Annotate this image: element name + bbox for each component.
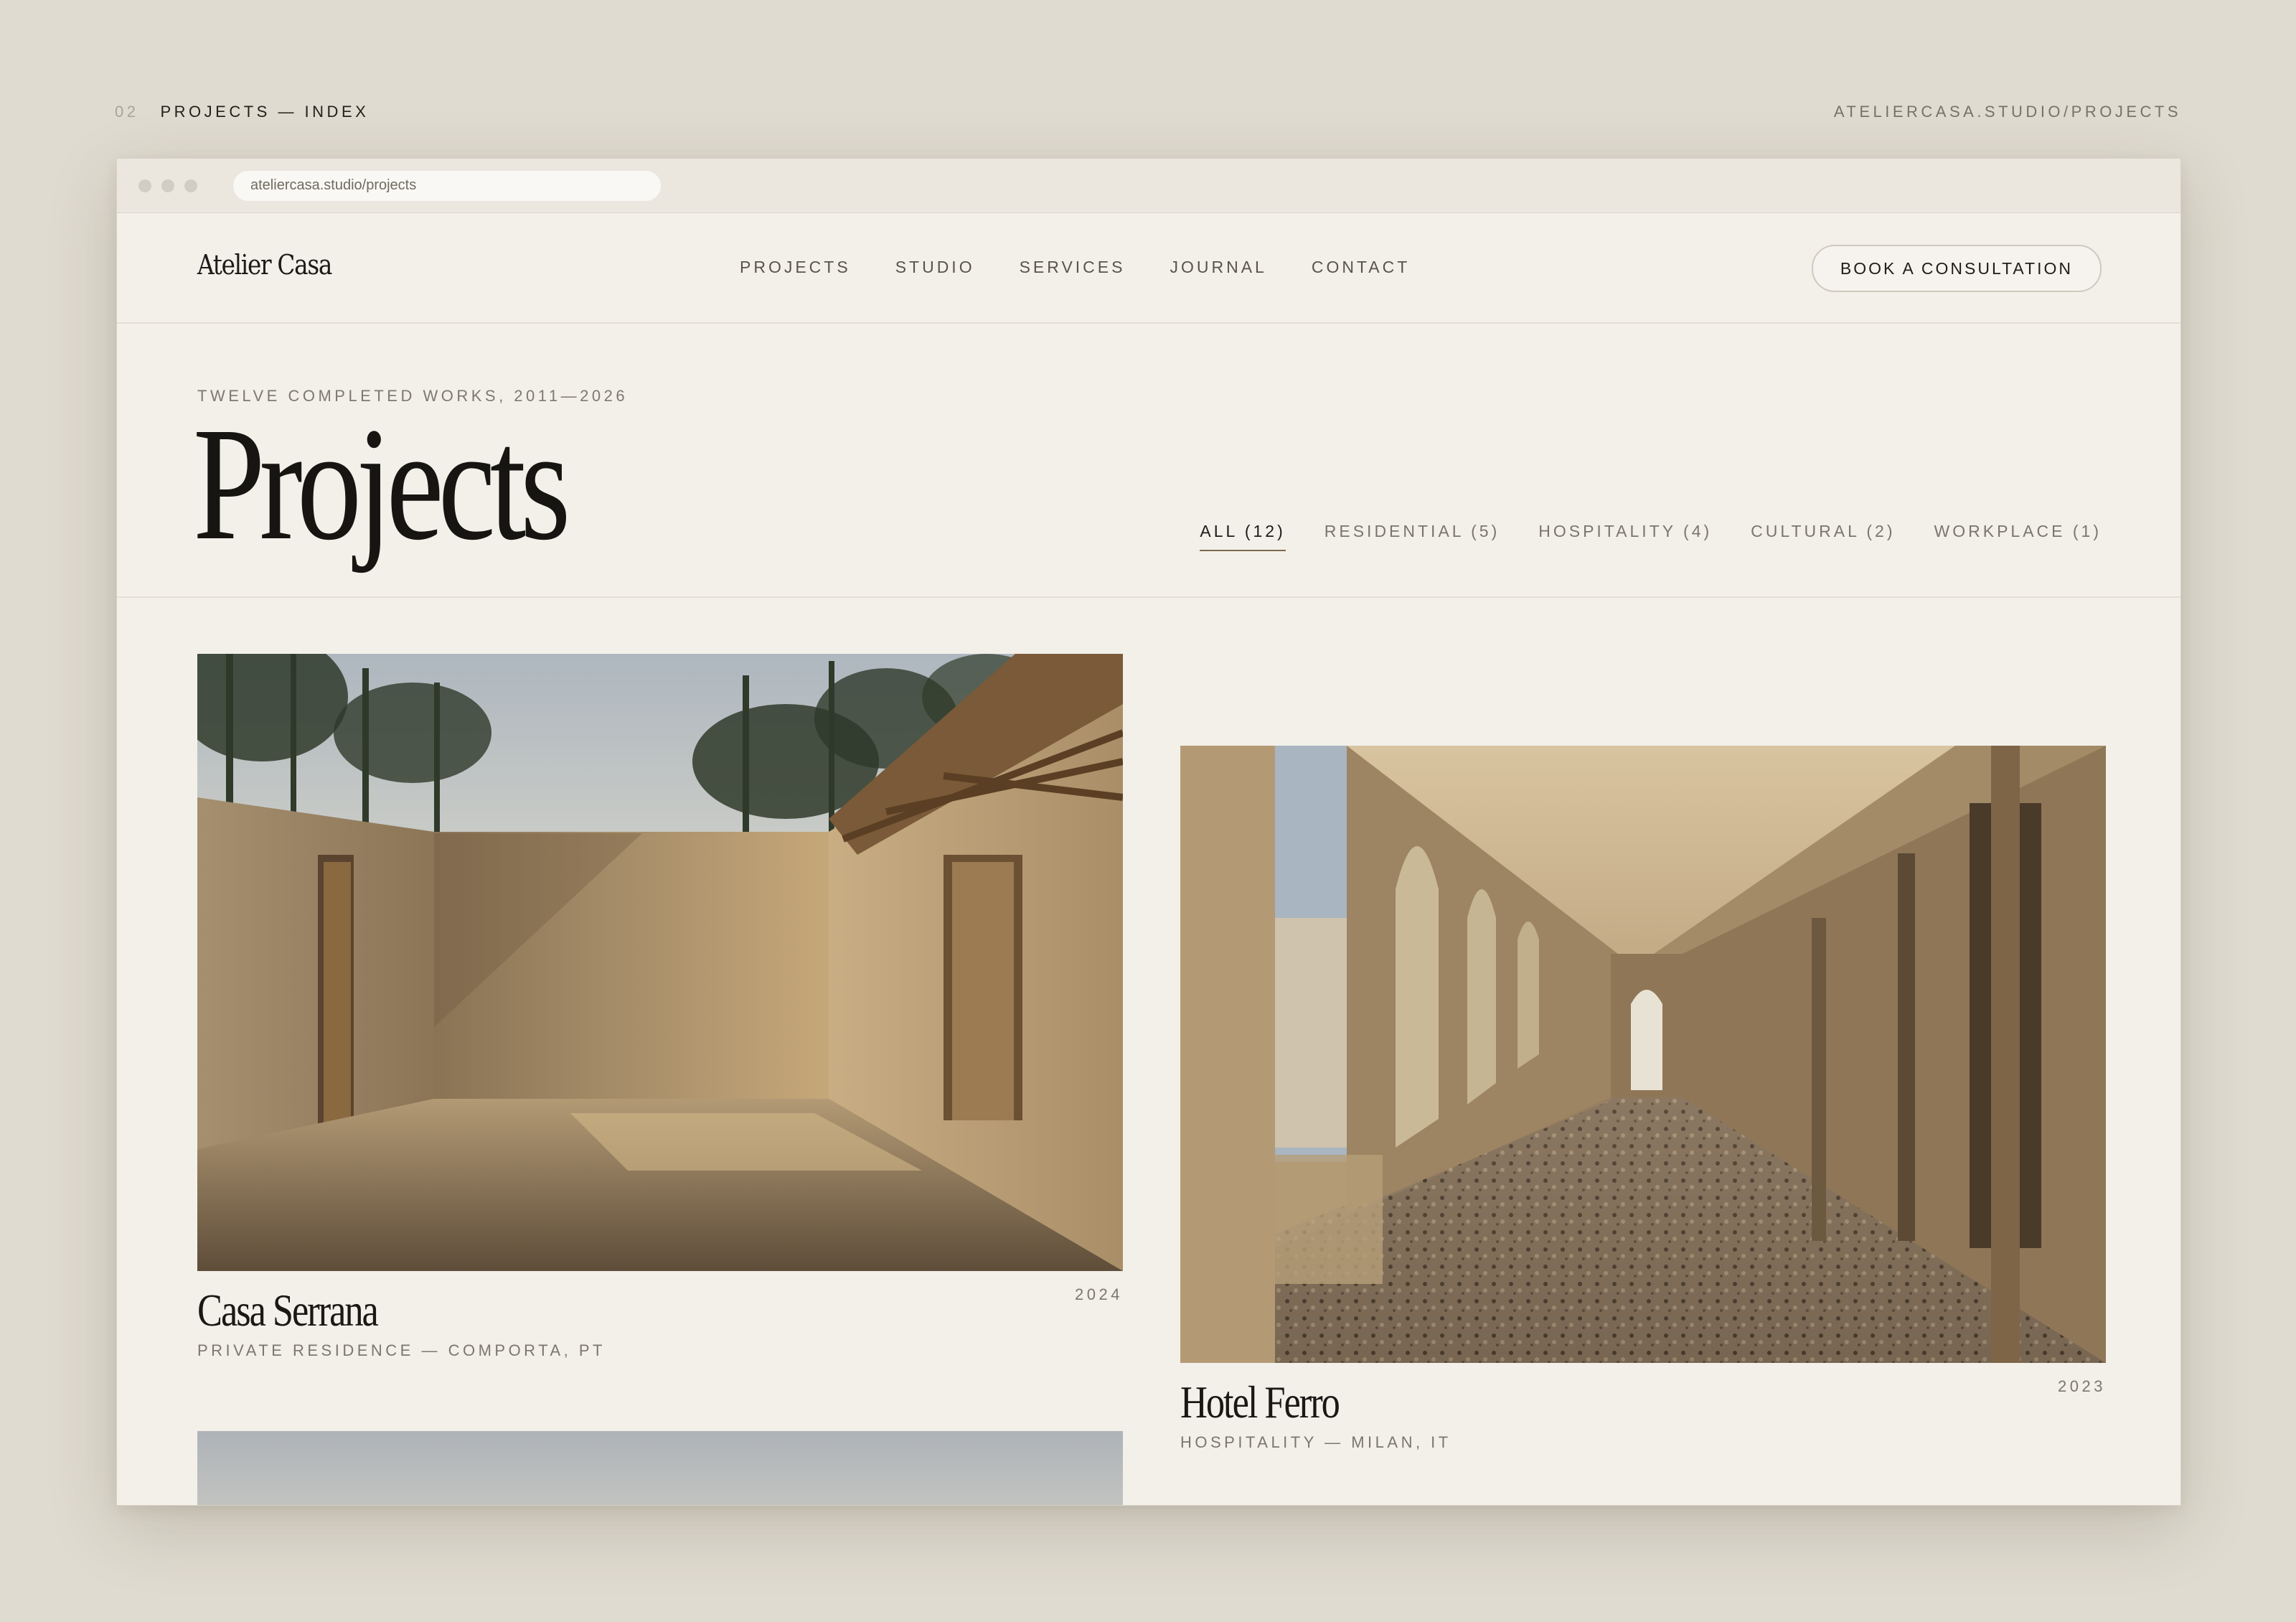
page-hero: TWELVE COMPLETED WORKS, 2011—2026 Projec…: [117, 324, 2180, 598]
project-meta: HOSPITALITY — MILAN, IT: [1180, 1433, 1452, 1451]
window-dot-maximize[interactable]: [184, 179, 197, 192]
nav-projects[interactable]: PROJECTS: [740, 258, 851, 277]
project-image-casa-serrana[interactable]: [197, 654, 1123, 1271]
nav-journal[interactable]: JOURNAL: [1170, 258, 1266, 277]
courtyard-photo: [197, 654, 1123, 1271]
address-bar[interactable]: ateliercasa.studio/projects: [233, 170, 661, 201]
site-logo[interactable]: Atelier Casa: [197, 249, 332, 281]
filter-hospitality[interactable]: HOSPITALITY (4): [1538, 522, 1712, 551]
nav-contact[interactable]: CONTACT: [1312, 258, 1410, 277]
arcade-corridor-photo: [1180, 746, 2106, 1363]
project-title[interactable]: Hotel Ferro: [1180, 1376, 1340, 1429]
window-dot-minimize[interactable]: [161, 179, 174, 192]
book-consultation-button[interactable]: BOOK A CONSULTATION: [1811, 245, 2102, 292]
filter-workplace[interactable]: WORKPLACE (1): [1934, 522, 2102, 551]
nav-services[interactable]: SERVICES: [1020, 258, 1126, 277]
window-dot-close[interactable]: [138, 179, 151, 192]
frame-header: 02 PROJECTS — INDEX ATELIERCASA.STUDIO/PR…: [115, 100, 2181, 123]
category-filters: ALL (12) RESIDENTIAL (5) HOSPITALITY (4)…: [1161, 522, 2102, 551]
browser-chrome: ateliercasa.studio/projects: [117, 159, 2180, 213]
page-title: Projects: [193, 394, 570, 573]
project-year: 2023: [2058, 1377, 2106, 1395]
filter-residential[interactable]: RESIDENTIAL (5): [1325, 522, 1500, 551]
project-image-next[interactable]: [197, 1431, 1123, 1505]
project-image-hotel-ferro[interactable]: [1180, 746, 2106, 1363]
browser-window: ateliercasa.studio/projects Atelier Casa…: [116, 158, 2181, 1506]
filter-cultural[interactable]: CULTURAL (2): [1751, 522, 1895, 551]
nav-studio[interactable]: STUDIO: [895, 258, 975, 277]
frame-url-label: ATELIERCASA.STUDIO/PROJECTS: [1833, 103, 2181, 121]
project-card-hotel-ferro[interactable]: Hotel Ferro HOSPITALITY — MILAN, IT 2023: [1180, 746, 2106, 1463]
main-nav: PROJECTS STUDIO SERVICES JOURNAL CONTACT: [740, 258, 1454, 277]
project-year: 2024: [1075, 1285, 1123, 1303]
project-card-next[interactable]: [197, 1431, 1123, 1505]
filter-all[interactable]: ALL (12): [1200, 522, 1286, 551]
frame-index-title: PROJECTS — INDEX: [160, 103, 370, 121]
project-meta: PRIVATE RESIDENCE — COMPORTA, PT: [197, 1341, 606, 1359]
frame-index: 02 PROJECTS — INDEX: [115, 103, 369, 121]
frame-index-number: 02: [115, 103, 139, 121]
project-title[interactable]: Casa Serrana: [197, 1284, 379, 1337]
site-header: Atelier Casa PROJECTS STUDIO SERVICES JO…: [117, 213, 2180, 324]
project-card-casa-serrana[interactable]: Casa Serrana PRIVATE RESIDENCE — COMPORT…: [197, 654, 1123, 1372]
